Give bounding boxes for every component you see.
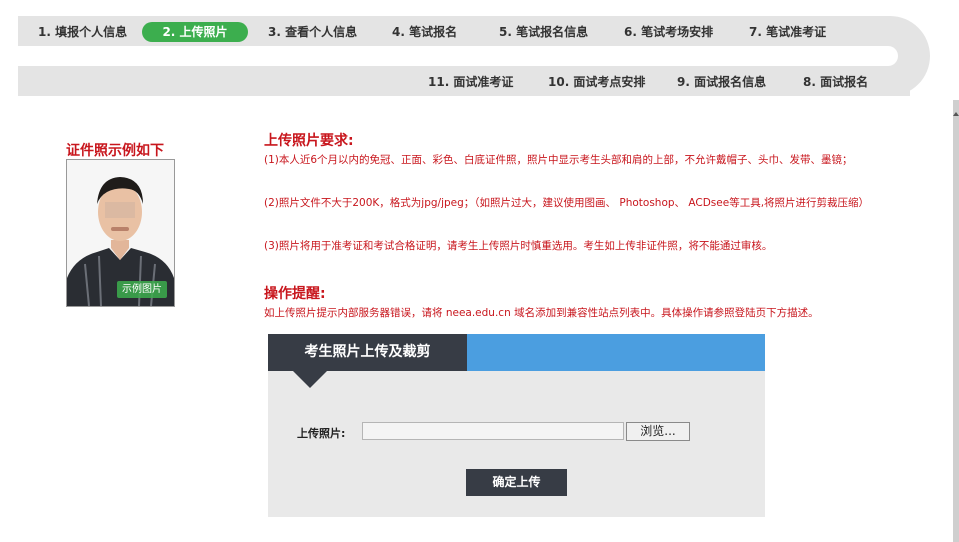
scroll-up-icon[interactable] — [953, 112, 959, 116]
step-7-written-admission-ticket[interactable]: 7. 笔试准考证 — [749, 22, 826, 42]
operation-title: 操作提醒: — [264, 286, 326, 302]
step-4-written-registration[interactable]: 4. 笔试报名 — [392, 22, 457, 42]
step-6-written-exam-arrangement[interactable]: 6. 笔试考场安排 — [624, 22, 713, 42]
step-track-gap — [18, 46, 898, 66]
upload-photo-label: 上传照片: — [297, 427, 346, 440]
sample-title: 证件照示例如下 — [66, 143, 164, 159]
requirement-item-2: (2)照片文件不大于200K，格式为jpg/jpeg；（如照片过大，建议使用图画… — [264, 197, 870, 209]
step-2-upload-photo[interactable]: 2. 上传照片 — [142, 22, 248, 42]
browse-button[interactable]: 浏览... — [626, 422, 690, 441]
sample-photo: 示例图片 — [66, 159, 175, 307]
operation-text: 如上传照片提示内部服务器错误，请将 neea.edu.cn 域名添加到兼容性站点… — [264, 307, 819, 319]
step-8-interview-registration[interactable]: 8. 面试报名 — [803, 72, 868, 92]
scrollbar-thumb[interactable] — [953, 100, 959, 542]
panel-tab-title: 考生照片上传及裁剪 — [268, 334, 467, 371]
sample-badge: 示例图片 — [117, 281, 167, 298]
step-5-written-registration-info[interactable]: 5. 笔试报名信息 — [499, 22, 588, 42]
confirm-upload-button[interactable]: 确定上传 — [466, 469, 567, 496]
step-1-fill-info[interactable]: 1. 填报个人信息 — [38, 22, 127, 42]
page-scrollbar[interactable] — [953, 100, 959, 542]
step-10-interview-site-arrangement[interactable]: 10. 面试考点安排 — [548, 72, 645, 92]
panel-tab-pointer — [293, 371, 327, 388]
requirement-item-1: (1)本人近6个月以内的免冠、正面、彩色、白底证件照，照片中显示考生头部和肩的上… — [264, 154, 853, 166]
step-11-interview-admission-ticket[interactable]: 11. 面试准考证 — [428, 72, 513, 92]
step-3-view-info[interactable]: 3. 查看个人信息 — [268, 22, 357, 42]
requirement-item-3: (3)照片将用于准考证和考试合格证明，请考生上传照片时慎重选用。考生如上传非证件… — [264, 240, 773, 252]
step-9-interview-registration-info[interactable]: 9. 面试报名信息 — [677, 72, 766, 92]
upload-panel: 考生照片上传及裁剪 上传照片: 浏览... 确定上传 — [268, 334, 765, 517]
upload-file-path-input[interactable] — [362, 422, 624, 440]
requirements-title: 上传照片要求: — [264, 133, 354, 149]
